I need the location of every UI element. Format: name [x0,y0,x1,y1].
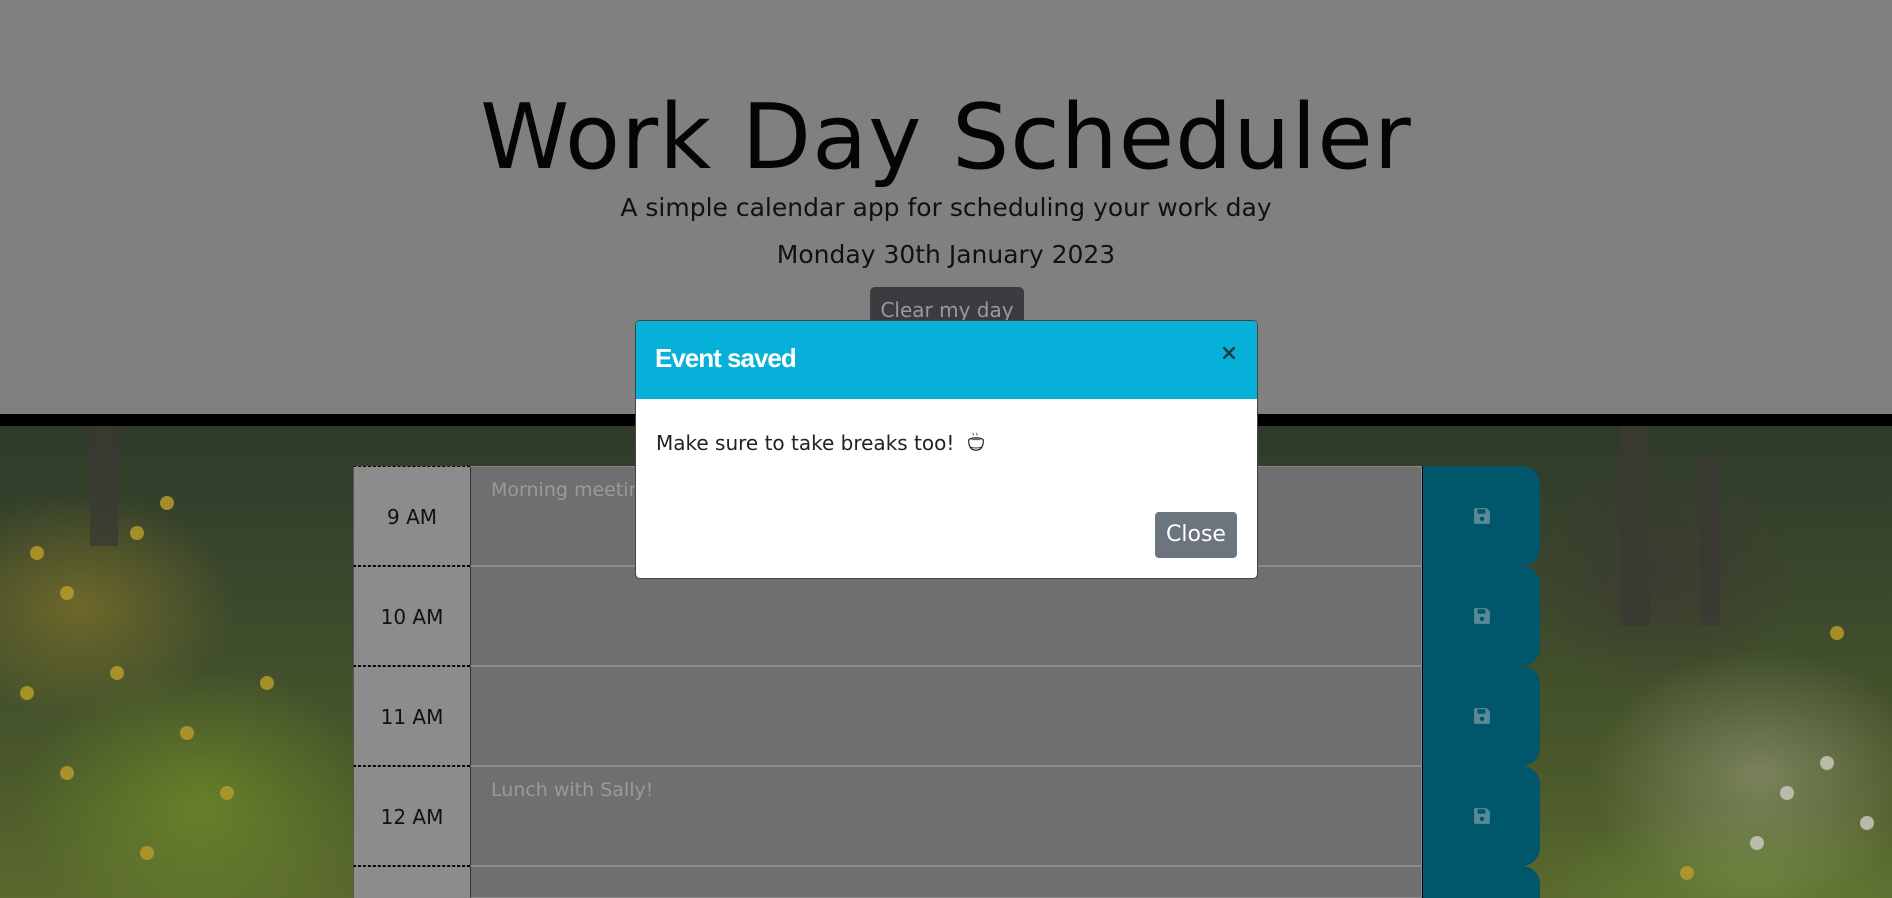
save-button[interactable] [1422,666,1540,766]
hour-label: 11 AM [353,666,470,766]
modal-title: Event saved [655,343,797,373]
hour-label: 12 AM [353,766,470,866]
hour-label: 10 AM [353,566,470,666]
time-block-row: 10 AM [353,566,1540,666]
save-button[interactable] [1422,866,1540,898]
event-textarea[interactable] [470,566,1422,666]
floppy-disk-icon [1473,708,1490,724]
time-block-row: 11 AM [353,666,1540,766]
modal-body: Make sure to take breaks too! [656,431,987,455]
modal-message: Make sure to take breaks too! [656,431,955,455]
coffee-cup-icon [967,432,984,451]
event-textarea[interactable]: Lunch with Sally! [470,766,1422,866]
floppy-disk-icon [1473,508,1490,524]
page-title: Work Day Scheduler [480,85,1412,190]
event-saved-modal: Event saved × Make sure to take breaks t… [635,320,1258,579]
page-subtitle: A simple calendar app for scheduling you… [620,193,1272,222]
hour-label: 9 AM [353,466,470,566]
event-textarea[interactable] [470,666,1422,766]
current-date: Monday 30th January 2023 [776,240,1116,269]
time-block-row: 12 AM Lunch with Sally! [353,766,1540,866]
modal-header: Event saved × [636,321,1257,399]
floppy-disk-icon [1473,608,1490,624]
close-icon[interactable]: × [1218,343,1240,365]
save-button[interactable] [1422,566,1540,666]
floppy-disk-icon [1473,808,1490,824]
save-button[interactable] [1422,766,1540,866]
save-button[interactable] [1422,466,1540,566]
event-textarea[interactable] [470,866,1422,898]
modal-close-button[interactable]: Close [1155,512,1237,558]
hour-label [353,866,470,898]
time-block-row [353,866,1540,898]
